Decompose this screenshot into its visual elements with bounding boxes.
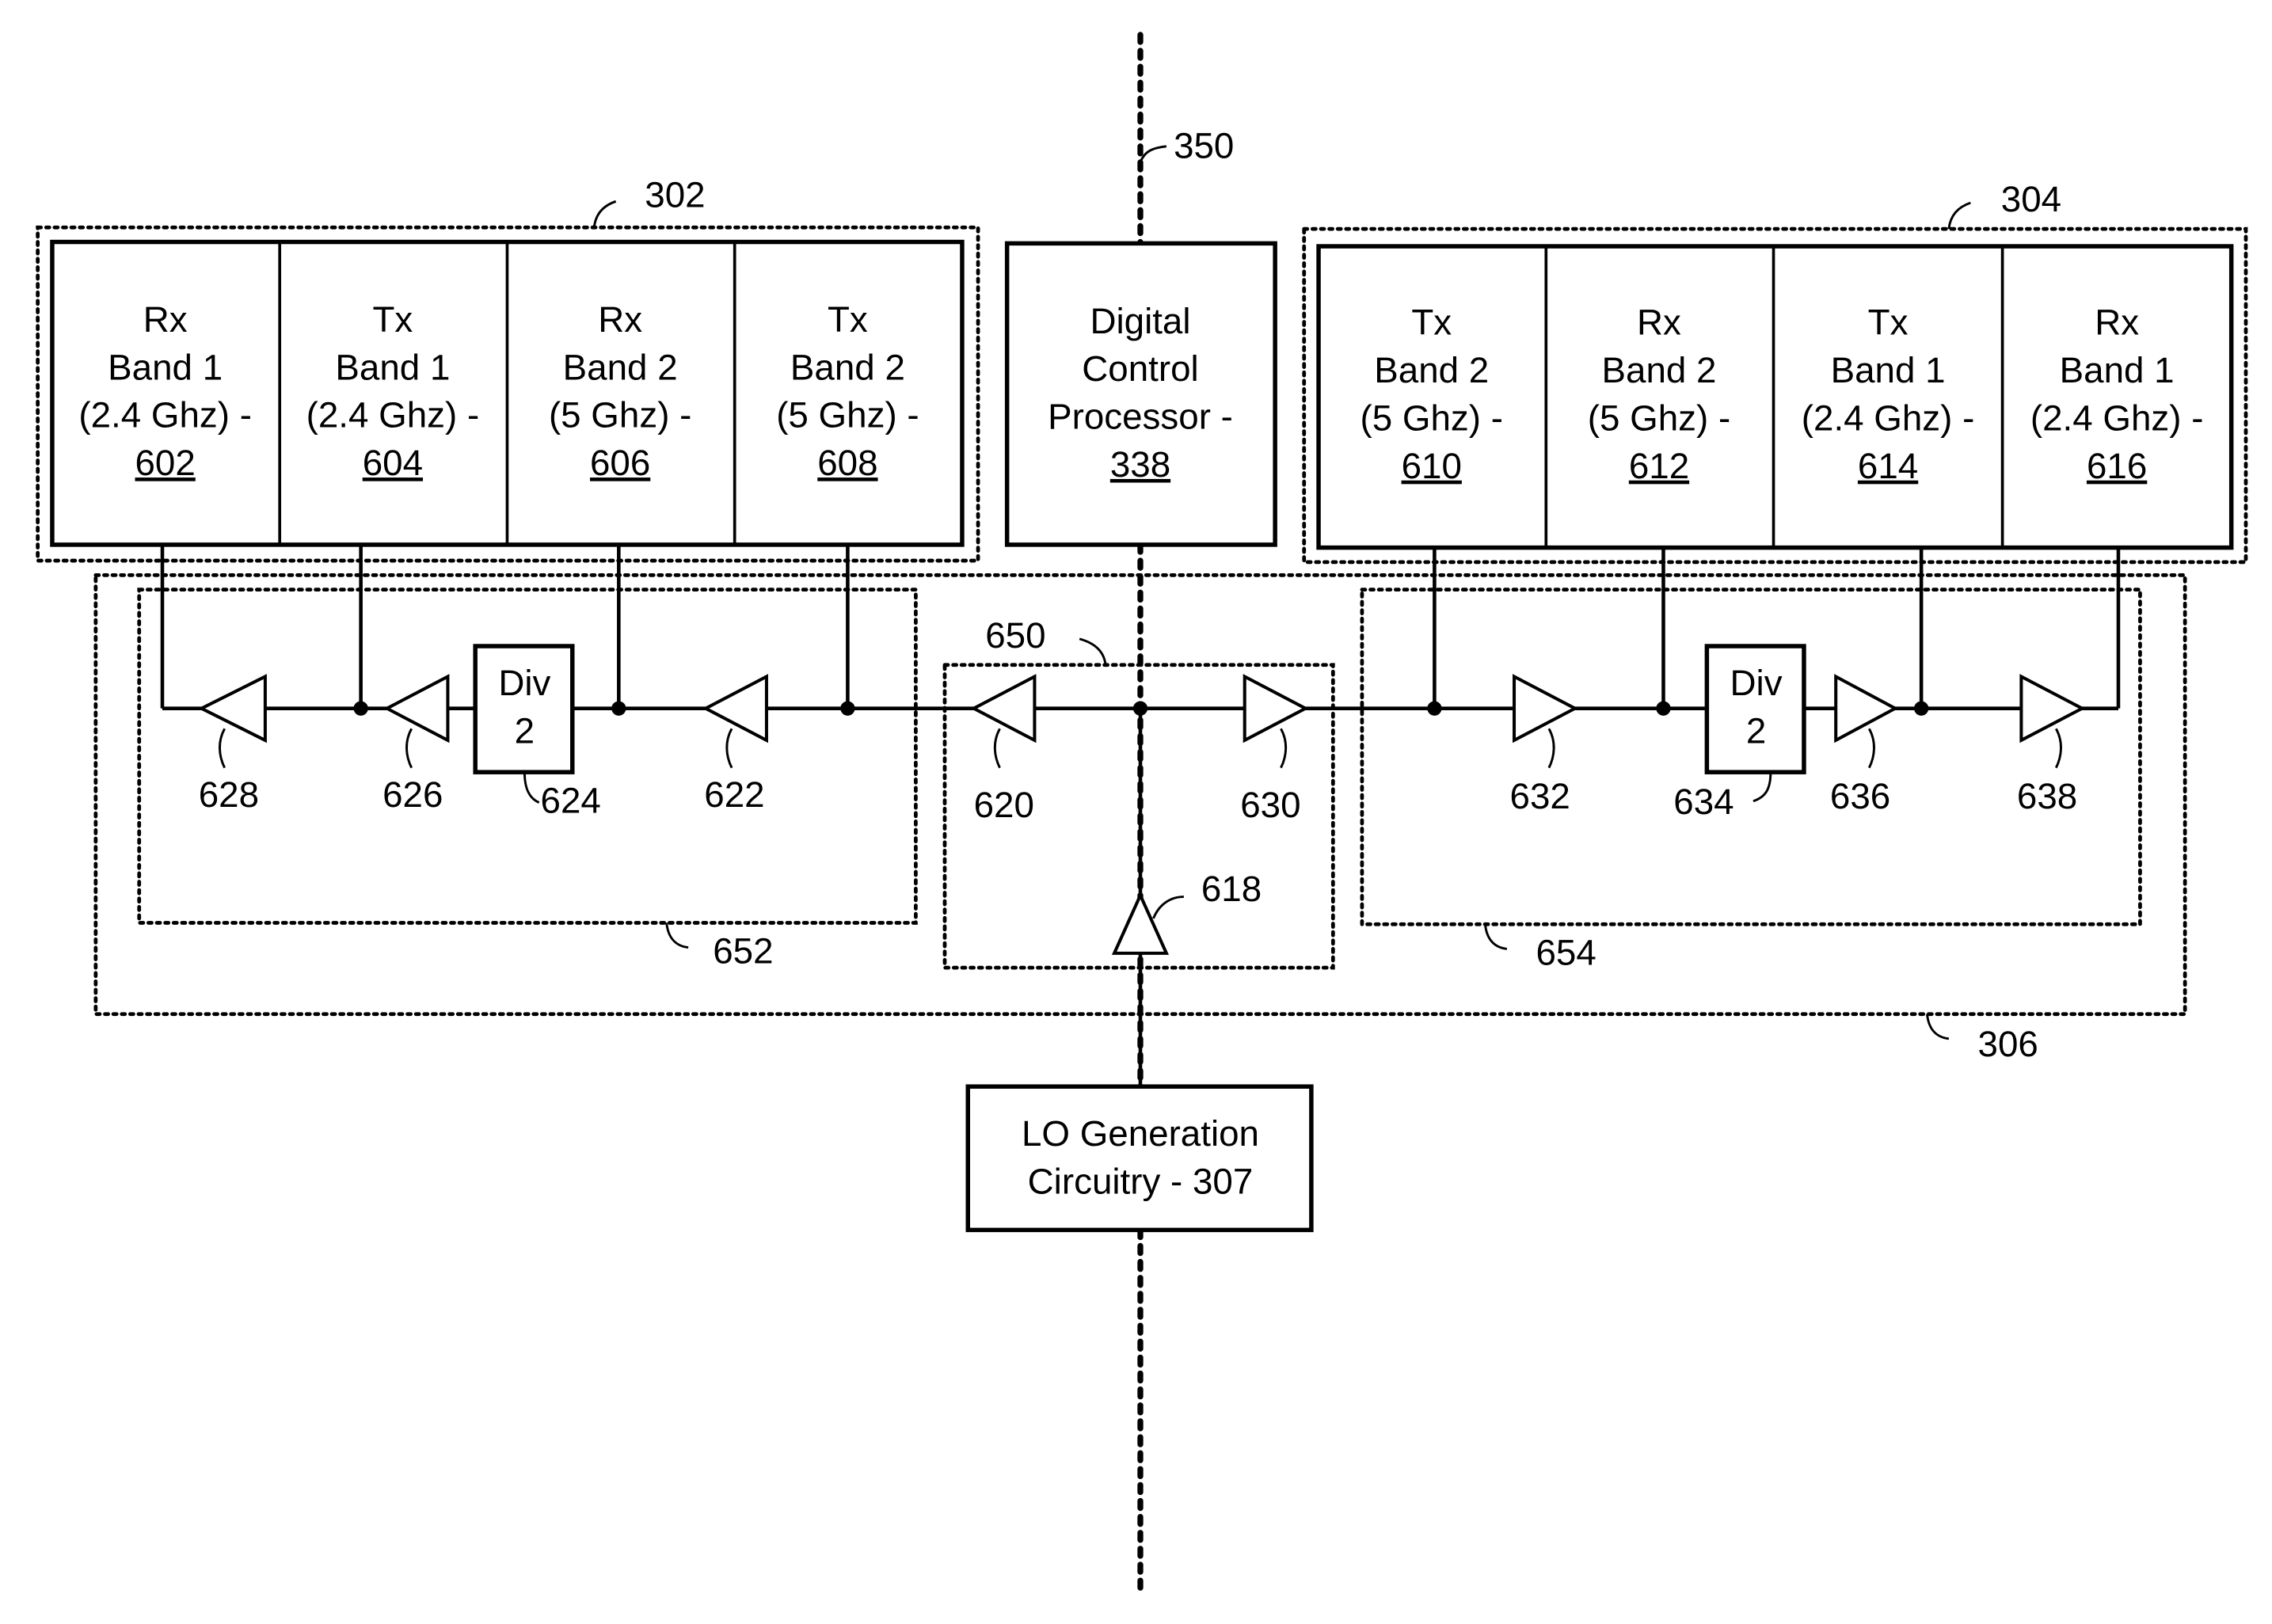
svg-text:Band 2: Band 2 (563, 347, 678, 387)
svg-text:Band 2: Band 2 (1602, 350, 1717, 390)
amp-620-label: 620 (974, 785, 1034, 825)
svg-text:Digital: Digital (1090, 301, 1190, 341)
svg-text:(5 Ghz) -: (5 Ghz) - (776, 395, 919, 435)
junction-dot (1656, 701, 1671, 716)
svg-text:Band 2: Band 2 (1374, 350, 1489, 390)
lo-generation-block (965, 1084, 1314, 1233)
amp-630-label: 630 (1240, 785, 1300, 825)
amp-618-label: 618 (1201, 869, 1262, 909)
amplifier-618-icon (1111, 891, 1170, 955)
distribution-306-label: 306 (1978, 1024, 2038, 1064)
svg-text:(5 Ghz) -: (5 Ghz) - (1361, 397, 1503, 438)
svg-text:610: 610 (1402, 446, 1462, 486)
svg-text:Control: Control (1082, 348, 1198, 389)
junction-dot (1132, 701, 1148, 716)
amplifier-630-icon (1243, 674, 1309, 744)
distribution-306-leader (1926, 1014, 1950, 1040)
svg-text:616: 616 (2087, 446, 2147, 486)
svg-text:Band 2: Band 2 (790, 347, 905, 387)
divider-624-label-div: Div (498, 663, 550, 703)
amplifier-628-icon (197, 674, 267, 744)
svg-text:606: 606 (590, 443, 650, 483)
amp-632-label: 632 (1510, 776, 1570, 816)
group-304-leader (1947, 201, 1971, 230)
svg-text:Rx: Rx (1637, 302, 1681, 343)
axis-350-leader (1139, 145, 1167, 163)
svg-text:608: 608 (817, 443, 877, 483)
amp-638-label: 638 (2017, 776, 2077, 816)
junction-dot (611, 701, 626, 716)
amplifier-626-icon (383, 674, 450, 744)
svg-text:(2.4 Ghz) -: (2.4 Ghz) - (78, 395, 252, 435)
amp-622-label: 622 (704, 774, 764, 815)
amp-628-leader (219, 728, 226, 769)
svg-text:Tx: Tx (1868, 302, 1909, 343)
svg-text:(5 Ghz) -: (5 Ghz) - (1588, 397, 1730, 438)
amplifier-622-icon (702, 674, 768, 744)
svg-text:Rx: Rx (598, 299, 642, 340)
lo-generation-label-line1: LO Generation (1022, 1113, 1259, 1154)
amp-626-leader (405, 728, 413, 769)
amp-636-leader (1867, 728, 1875, 769)
svg-text:(2.4 Ghz) -: (2.4 Ghz) - (2030, 397, 2204, 438)
group-302-leader (592, 200, 617, 228)
center-650-leader (1079, 637, 1107, 666)
amplifier-632-icon (1513, 674, 1579, 744)
amp-626-label: 626 (382, 774, 443, 815)
amp-632-leader (1547, 728, 1555, 769)
amp-622-leader (725, 728, 733, 769)
right-chain-654-leader (1483, 924, 1508, 950)
divider-634-label-2: 2 (1746, 711, 1766, 751)
svg-text:(5 Ghz) -: (5 Ghz) - (549, 395, 691, 435)
svg-text:(2.4 Ghz) -: (2.4 Ghz) - (1802, 397, 1975, 438)
svg-text:Tx: Tx (373, 299, 413, 340)
amp-630-leader (1280, 728, 1288, 769)
amp-638-leader (2054, 728, 2062, 769)
amplifier-620-icon (970, 674, 1037, 744)
divider-634-label-div: Div (1730, 663, 1783, 703)
svg-text:(2.4 Ghz) -: (2.4 Ghz) - (306, 395, 480, 435)
center-650-label: 650 (985, 615, 1045, 656)
svg-text:604: 604 (363, 443, 423, 483)
svg-text:338: 338 (1110, 444, 1170, 485)
left-chain-652-leader (665, 922, 689, 949)
divider-624-leader (523, 772, 540, 804)
divider-624-label-2: 2 (515, 711, 535, 751)
svg-text:614: 614 (1858, 446, 1918, 486)
group-304-label: 304 (2001, 179, 2061, 219)
lo-distribution-diagram: 350 302 Rx Band 1 (2.4 Ghz) - 602 Tx Ban… (36, 32, 2248, 1591)
amp-618-leader (1152, 896, 1184, 919)
svg-text:Band 1: Band 1 (335, 347, 450, 387)
digital-control-processor-block (1004, 241, 1277, 547)
svg-text:602: 602 (135, 443, 196, 483)
junction-dot (1914, 701, 1929, 716)
svg-text:Band 1: Band 1 (2060, 350, 2175, 390)
junction-dot (1427, 701, 1442, 716)
right-chain-654-label: 654 (1536, 933, 1596, 973)
svg-text:612: 612 (1629, 446, 1689, 486)
axis-350-label: 350 (1174, 125, 1234, 165)
divider-624-ref: 624 (541, 780, 601, 820)
group-302-label: 302 (645, 175, 705, 215)
svg-text:Band 1: Band 1 (1831, 350, 1946, 390)
svg-text:Band 1: Band 1 (108, 347, 223, 387)
amp-628-label: 628 (199, 774, 259, 815)
divider-634-leader (1753, 772, 1772, 803)
divider-634-ref: 634 (1673, 782, 1733, 822)
amplifier-636-icon (1834, 674, 1899, 744)
svg-text:Tx: Tx (828, 299, 868, 340)
svg-text:Processor -: Processor - (1048, 397, 1233, 437)
junction-dot (353, 701, 368, 716)
svg-text:Rx: Rx (143, 299, 188, 340)
amp-636-label: 636 (1830, 776, 1890, 816)
lo-generation-label-line2: Circuitry - 307 (1028, 1162, 1254, 1202)
amp-620-leader (993, 728, 1001, 769)
svg-text:Tx: Tx (1411, 302, 1452, 343)
svg-text:Rx: Rx (2095, 302, 2139, 343)
left-chain-652-label: 652 (713, 931, 773, 972)
amplifier-638-icon (2019, 674, 2086, 744)
junction-dot (840, 701, 855, 716)
